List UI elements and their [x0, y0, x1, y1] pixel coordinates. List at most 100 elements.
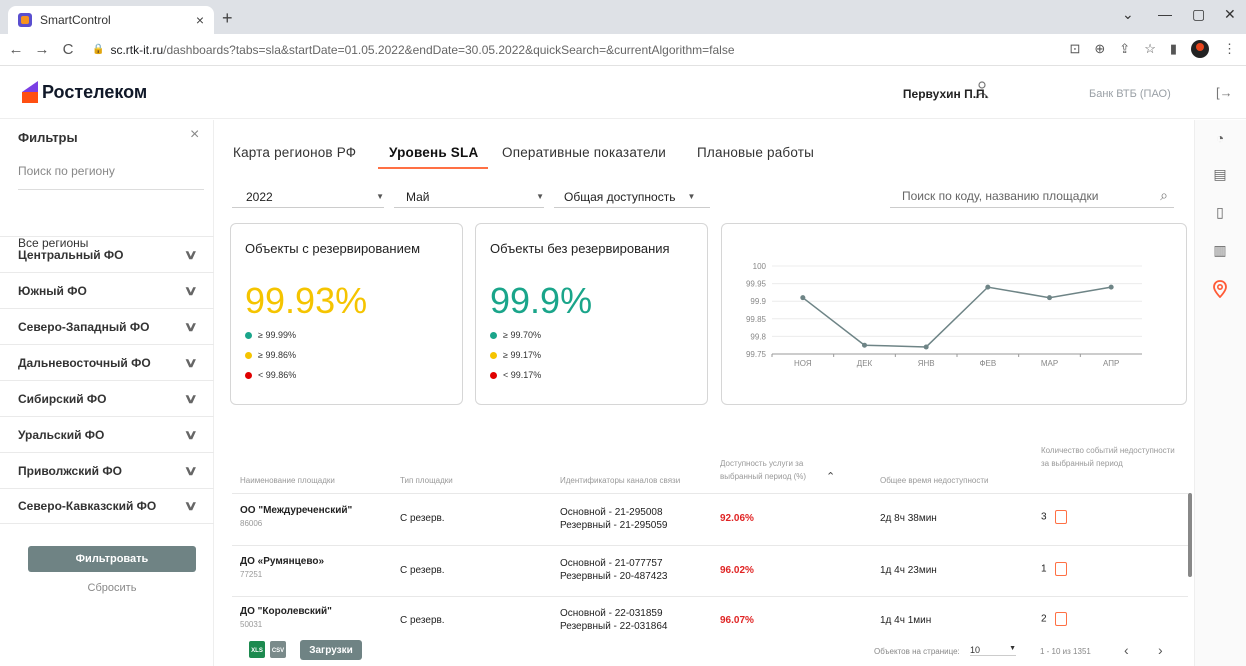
col-header-name[interactable]: Наименование площадки [240, 474, 335, 487]
pagination-range: 1 - 10 из 1351 [1040, 647, 1091, 656]
window-close-icon[interactable]: ✕ [1224, 6, 1236, 23]
map-icon[interactable]: ▯ [1211, 204, 1229, 222]
region-item[interactable]: Дальневосточный ФО ∨ [0, 344, 214, 380]
site-name-text: ДО «Румянцево» [240, 556, 325, 567]
table-scrollbar[interactable] [1188, 493, 1192, 577]
xls-export-icon[interactable]: XLS [249, 641, 265, 658]
translate-icon[interactable]: ⊡ [1069, 41, 1080, 57]
legend-dot [490, 351, 497, 359]
x-tick-label: ДЕК [857, 359, 873, 368]
region-item[interactable]: Центральный ФО ∨ [0, 236, 214, 272]
event-report-icon[interactable] [1054, 612, 1067, 626]
new-tab-icon[interactable]: + [222, 8, 233, 29]
csv-export-icon[interactable]: CSV [270, 641, 286, 658]
close-filters-icon[interactable]: × [190, 126, 199, 144]
region-item[interactable]: Южный ФО ∨ [0, 272, 214, 308]
user-name[interactable]: Первухин П.П. [903, 87, 988, 101]
region-item[interactable]: Приволжский ФО ∨ [0, 452, 214, 488]
per-page-value: 10 [970, 645, 981, 655]
y-tick-label: 100 [753, 262, 767, 271]
card-with-reserve: Объекты с резервированием 99.93% ≥ 99.99… [230, 223, 463, 405]
region-item[interactable]: Северо-Западный ФО ∨ [0, 308, 214, 344]
legend-label: ≥ 99.99% [258, 330, 296, 340]
region-label: Приволжский ФО [18, 463, 122, 478]
zoom-icon[interactable]: ⊕ [1094, 41, 1105, 57]
url-field[interactable]: sc.rtk-it.ru/dashboards?tabs=sla&startDa… [110, 43, 734, 57]
chevron-down-icon: ∨ [184, 390, 199, 406]
menu-kebab-icon[interactable]: ⋮ [1223, 41, 1236, 57]
site-name-text: ОО "Междуреченский" [240, 505, 353, 516]
logo-mark-icon [22, 81, 38, 103]
per-page-select[interactable]: 10 ▼ [970, 645, 1016, 656]
url-path: /dashboards?tabs=sla&startDate=01.05.202… [163, 42, 735, 57]
region-label: Сибирский ФО [18, 391, 107, 406]
region-label: Северо-Кавказский ФО [18, 499, 157, 513]
data-point [1108, 284, 1114, 290]
region-label: Дальневосточный ФО [18, 355, 151, 370]
location-pin-icon[interactable] [1211, 280, 1229, 298]
event-report-icon[interactable] [1054, 510, 1067, 524]
col-header-channels[interactable]: Идентификаторы каналов связи [560, 474, 680, 487]
sidepanel-icon[interactable]: ▮ [1170, 41, 1177, 57]
lock-icon[interactable]: 🔒 [92, 44, 104, 55]
pie-chart-icon[interactable]: ◔ [1211, 130, 1229, 148]
logout-icon[interactable]: [→ [1216, 85, 1233, 100]
channel-ids: Основной - 22-031859 Резервный - 22-03186… [560, 607, 668, 633]
y-tick-label: 99.8 [750, 332, 766, 341]
region-item[interactable]: Уральский ФО ∨ [0, 416, 214, 452]
sort-up-icon[interactable]: ⌃ [826, 470, 835, 483]
events-count-text: 3 [1041, 511, 1047, 523]
back-icon[interactable]: ← [6, 41, 26, 58]
dropdown-arrow-icon: ▼ [1009, 645, 1016, 652]
col-header-events[interactable]: Количество событий недоступности за выбр… [1041, 444, 1181, 470]
legend-item: ≥ 99.86% [245, 350, 296, 360]
document-icon[interactable]: ▤ [1211, 166, 1229, 184]
col-header-type[interactable]: Тип площадки [400, 474, 453, 487]
profile-avatar[interactable] [1191, 40, 1209, 58]
address-bar: ← → C 🔒 sc.rtk-it.ru/dashboards?tabs=sla… [0, 34, 1246, 66]
legend-dot [490, 371, 497, 379]
next-page-icon[interactable]: › [1158, 642, 1163, 658]
tab-close-icon[interactable]: × [196, 12, 204, 28]
region-item[interactable]: Сибирский ФО ∨ [0, 380, 214, 416]
region-label: Уральский ФО [18, 427, 105, 442]
app-header: Ростелеком Первухин П.П. Банк ВТБ (ПАО) … [0, 67, 1246, 119]
filters-sidebar: Фильтры × Поиск по региону Все регионы Ц… [0, 120, 214, 666]
maximize-icon[interactable]: ▢ [1192, 6, 1205, 23]
event-report-icon[interactable] [1054, 562, 1067, 576]
region-label: Северо-Западный ФО [18, 319, 150, 334]
share-icon[interactable]: ⇪ [1119, 41, 1130, 57]
site-search-input[interactable]: Поиск по коду, названию площадки ⌕ [890, 184, 1174, 208]
report-icon[interactable]: ▥ [1211, 242, 1229, 260]
col-header-downtime[interactable]: Общее время недоступности [880, 474, 989, 487]
metric-select[interactable]: Общая доступность ▼ [554, 186, 710, 208]
region-item[interactable]: Северо-Кавказский ФО ∨ [0, 488, 214, 524]
browser-tab[interactable]: SmartControl × [8, 6, 214, 34]
tab-regions-map[interactable]: Карта регионов РФ [233, 145, 356, 160]
search-icon[interactable]: ⌕ [1160, 187, 1168, 204]
chevron-down-icon: ∨ [184, 498, 199, 513]
availability-value: 96.02% [720, 565, 754, 576]
region-search-input[interactable]: Поиск по региону [18, 164, 204, 190]
tab-sla-level[interactable]: Уровень SLA [389, 145, 478, 160]
events-count-text: 2 [1041, 613, 1047, 625]
forward-icon[interactable]: → [32, 41, 52, 58]
reset-button[interactable]: Сбросить [0, 582, 224, 594]
minimize-icon[interactable]: — [1158, 6, 1172, 22]
legend-item: < 99.17% [490, 370, 541, 380]
col-header-availability[interactable]: Доступность услуги за выбранный период (… [720, 457, 840, 483]
downloads-button[interactable]: Загрузки [300, 640, 362, 660]
tab-search-chevron-icon[interactable]: ⌄ [1122, 6, 1134, 23]
year-select[interactable]: 2022 ▼ [232, 186, 384, 208]
filter-button[interactable]: Фильтровать [28, 546, 196, 572]
tab-operational[interactable]: Оперативные показатели [502, 145, 666, 160]
reload-icon[interactable]: C [58, 41, 78, 58]
tab-planned-works[interactable]: Плановые работы [697, 145, 814, 160]
month-select[interactable]: Май ▼ [394, 186, 544, 208]
card-title: Объекты без резервирования [490, 241, 670, 256]
rostelecom-logo[interactable]: Ростелеком [22, 81, 147, 103]
bookmark-star-icon[interactable]: ☆ [1144, 41, 1156, 57]
prev-page-icon[interactable]: ‹ [1124, 642, 1129, 658]
site-code: 86006 [240, 519, 263, 528]
legend-item: < 99.86% [245, 370, 296, 380]
